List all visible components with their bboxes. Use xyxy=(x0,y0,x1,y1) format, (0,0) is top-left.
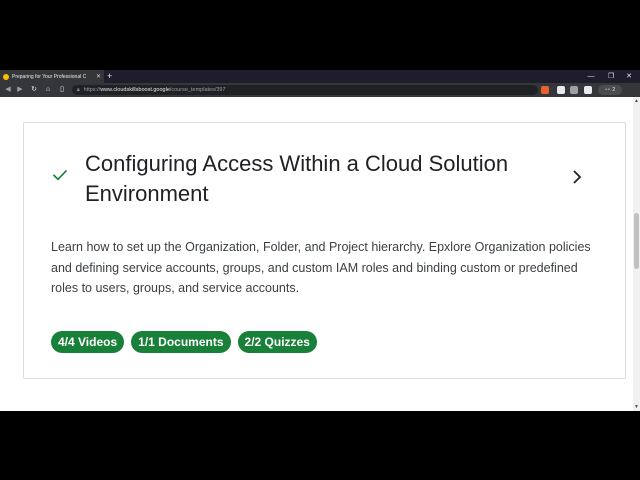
profile-button[interactable]: 👓 2 xyxy=(598,85,622,95)
back-icon[interactable]: ◀ xyxy=(2,83,14,97)
restore-button[interactable]: ❐ xyxy=(604,70,618,83)
videos-chip: 4/4 Videos xyxy=(51,331,125,353)
extension-icon[interactable] xyxy=(557,86,565,94)
browser-window: Preparing for Your Professional C ✕ + — … xyxy=(0,70,640,411)
module-title[interactable]: Configuring Access Within a Cloud Soluti… xyxy=(85,149,575,209)
home-icon[interactable]: ⌂ xyxy=(42,83,54,97)
close-window-button[interactable]: ✕ xyxy=(622,70,636,83)
address-bar[interactable]: 🔒︎ https://www.cloudskillsboost.google/c… xyxy=(72,85,538,95)
tab-close-icon[interactable]: ✕ xyxy=(96,73,101,80)
sidebar-icon[interactable] xyxy=(584,86,592,94)
scroll-down-icon[interactable]: ▼ xyxy=(633,403,640,411)
new-tab-button[interactable]: + xyxy=(107,70,112,83)
lock-icon: 🔒︎ xyxy=(77,87,80,93)
browser-toolbar: ◀ ▶ ↻ ⌂ ▯ 🔒︎ https://www.cloudskillsboos… xyxy=(0,83,640,97)
scrollbar-thumb[interactable] xyxy=(634,213,639,269)
progress-chips: 4/4 Videos 1/1 Documents 2/2 Quizzes xyxy=(51,331,317,353)
quizzes-chip: 2/2 Quizzes xyxy=(237,331,317,353)
documents-chip: 1/1 Documents xyxy=(131,331,231,353)
bookmark-icon[interactable]: ▯ xyxy=(56,83,68,97)
module-description: Learn how to set up the Organization, Fo… xyxy=(51,240,591,295)
tab-strip: Preparing for Your Professional C ✕ + — … xyxy=(0,70,640,83)
tab-title: Preparing for Your Professional C xyxy=(12,73,87,80)
page-content: Configuring Access Within a Cloud Soluti… xyxy=(0,97,640,411)
minimize-button[interactable]: — xyxy=(584,70,598,83)
brave-shield-icon[interactable] xyxy=(541,86,549,94)
address-url: https://www.cloudskillsboost.google/cour… xyxy=(83,87,226,93)
reload-icon[interactable]: ↻ xyxy=(28,83,40,97)
skills-boost-favicon-icon xyxy=(3,73,9,80)
browser-tab[interactable]: Preparing for Your Professional C ✕ xyxy=(0,70,104,83)
chevron-right-icon[interactable] xyxy=(570,169,584,185)
extension-icon[interactable] xyxy=(570,86,578,94)
completed-check-icon xyxy=(52,169,68,181)
module-card[interactable]: Configuring Access Within a Cloud Soluti… xyxy=(23,122,626,379)
page-scrollbar[interactable]: ▲ ▼ xyxy=(633,97,640,411)
forward-icon[interactable]: ▶ xyxy=(14,83,26,97)
scroll-up-icon[interactable]: ▲ xyxy=(633,97,640,105)
